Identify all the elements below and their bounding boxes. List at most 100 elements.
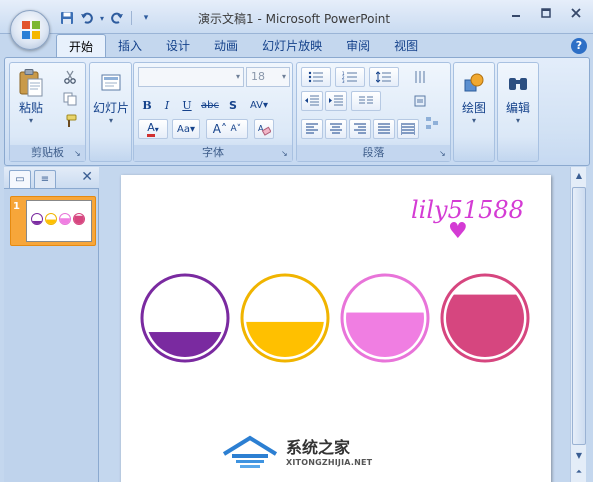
close-icon[interactable] (569, 6, 583, 20)
slide-thumbnail[interactable] (26, 200, 92, 242)
customize-icon[interactable]: ▾ (137, 9, 155, 27)
undo-icon[interactable] (78, 9, 96, 27)
slide-number: 1 (13, 201, 20, 212)
vertical-scrollbar[interactable]: ▲ ▼ ⏶ (570, 167, 586, 482)
paragraph-group-label: 段落 (297, 145, 450, 161)
scroll-up-icon[interactable]: ▲ (572, 169, 586, 183)
italic-button[interactable]: I (158, 95, 176, 115)
group-font: ▾ 18 ▾ B I U abc S AV▾ A ▾ Aa▾ A˄ A˅ A 字体 … (133, 62, 293, 162)
clipboard-launcher-icon[interactable]: ↘ (74, 149, 83, 158)
align-center-button[interactable] (325, 119, 347, 139)
tab-slideshow[interactable]: 幻灯片放映 (250, 34, 334, 58)
underline-button[interactable]: U (178, 95, 196, 115)
group-slides: 幻灯片 ▾ (89, 62, 132, 162)
align-text-icon[interactable] (409, 91, 431, 111)
editing-dropdown-icon[interactable]: ▾ (516, 116, 520, 125)
new-slide-label: 幻灯片 (92, 101, 129, 115)
circle-fill-purple (146, 332, 224, 357)
line-spacing-button[interactable] (369, 67, 399, 87)
paste-dropdown-icon[interactable]: ▾ (29, 116, 33, 125)
svg-text:3: 3 (342, 79, 345, 83)
redo-icon[interactable] (108, 9, 126, 27)
tab-animation[interactable]: 动画 (202, 34, 250, 58)
thumb-circle-purple (31, 213, 43, 225)
drawing-dropdown-icon[interactable]: ▾ (472, 116, 476, 125)
columns-button[interactable] (351, 91, 381, 111)
qat-separator (131, 11, 132, 25)
shrink-font-icon[interactable]: A˅ (231, 124, 242, 134)
window-controls (509, 6, 583, 20)
font-name-combo[interactable]: ▾ (138, 67, 244, 87)
text-direction-icon[interactable] (409, 67, 431, 87)
editing-label: 编辑 (505, 101, 530, 115)
smartart-icon[interactable] (421, 113, 443, 133)
level-circle-yellow[interactable] (240, 273, 330, 363)
font-size-adjust-buttons[interactable]: A˄ A˅ (206, 119, 248, 139)
bold-button[interactable]: B (138, 95, 156, 115)
heart-icon: ♥ (448, 219, 468, 244)
shapes-icon (458, 67, 490, 99)
bullets-button[interactable] (301, 67, 331, 87)
grow-font-icon[interactable]: A˄ (213, 122, 227, 136)
title-bar: ▾ ▾ 演示文稿1 - Microsoft PowerPoint (0, 0, 593, 34)
tab-home[interactable]: 开始 (56, 34, 107, 58)
cut-icon[interactable] (60, 67, 80, 87)
level-circle-rose[interactable] (440, 273, 530, 363)
drawing-button[interactable]: 绘图 ▾ (456, 67, 492, 125)
slides-tab-icon[interactable]: ▭ (9, 170, 31, 188)
font-color-icon: A (147, 121, 155, 137)
scroll-down-icon[interactable]: ▼ (572, 449, 586, 463)
minimize-icon[interactable] (509, 6, 523, 20)
new-slide-button[interactable]: 幻灯片 ▾ (92, 67, 130, 125)
decrease-indent-button[interactable] (301, 91, 323, 111)
level-circle-pink[interactable] (340, 273, 430, 363)
justify-button[interactable] (373, 119, 395, 139)
numbering-button[interactable]: 123 (335, 67, 365, 87)
font-color-button[interactable]: A ▾ (138, 119, 168, 139)
tab-design[interactable]: 设计 (154, 34, 202, 58)
level-circle-purple[interactable] (140, 273, 230, 363)
shadow-button[interactable]: S (224, 95, 242, 115)
ribbon: 粘贴 ▾ 剪贴板 ↘ 幻灯片 ▾ ▾ 18 ▾ B I U abc S AV▾ … (4, 57, 590, 166)
house-logo-icon (222, 435, 278, 468)
format-painter-icon[interactable] (60, 111, 80, 131)
undo-dropdown-icon[interactable]: ▾ (98, 9, 106, 27)
tab-insert[interactable]: 插入 (106, 34, 154, 58)
copy-icon[interactable] (60, 89, 80, 109)
save-icon[interactable] (58, 9, 76, 27)
distribute-button[interactable] (397, 119, 419, 139)
help-icon[interactable]: ? (571, 38, 587, 54)
tab-view[interactable]: 视图 (382, 34, 430, 58)
paste-button[interactable]: 粘贴 ▾ (14, 67, 48, 125)
binoculars-icon (502, 67, 534, 99)
thumbnail-preview (31, 213, 85, 225)
align-left-button[interactable] (301, 119, 323, 139)
paragraph-launcher-icon[interactable]: ↘ (439, 149, 448, 158)
new-slide-dropdown-icon[interactable]: ▾ (109, 116, 113, 125)
circle-fill-pink (346, 312, 424, 357)
strikethrough-button[interactable]: abc (198, 95, 222, 115)
tab-review[interactable]: 审阅 (334, 34, 382, 58)
slides-pane: ▭ ≡ ✕ 1 (4, 167, 99, 482)
chevron-down-icon: ▾ (235, 72, 240, 81)
quick-access-toolbar: ▾ ▾ (58, 9, 155, 27)
maximize-icon[interactable] (539, 6, 553, 20)
align-right-button[interactable] (349, 119, 371, 139)
office-logo-icon (22, 21, 40, 39)
close-icon[interactable]: ✕ (81, 169, 93, 185)
group-editing: 编辑 ▾ (497, 62, 539, 162)
character-spacing-button[interactable]: AV▾ (246, 95, 272, 115)
outline-tab-icon[interactable]: ≡ (34, 170, 56, 188)
previous-slide-icon[interactable]: ⏶ (572, 465, 586, 479)
thumb-circle-pink (59, 213, 71, 225)
scrollbar-thumb[interactable] (572, 187, 586, 445)
change-case-button[interactable]: Aa▾ (172, 119, 200, 139)
clear-format-icon[interactable]: A (254, 119, 274, 139)
font-launcher-icon[interactable]: ↘ (281, 149, 290, 158)
chevron-down-icon: ▾ (281, 72, 286, 81)
group-clipboard: 粘贴 ▾ 剪贴板 ↘ (9, 62, 86, 162)
office-button[interactable] (10, 10, 50, 50)
font-size-combo[interactable]: 18 ▾ (246, 67, 290, 87)
editing-button[interactable]: 编辑 ▾ (500, 67, 536, 125)
increase-indent-button[interactable] (325, 91, 347, 111)
